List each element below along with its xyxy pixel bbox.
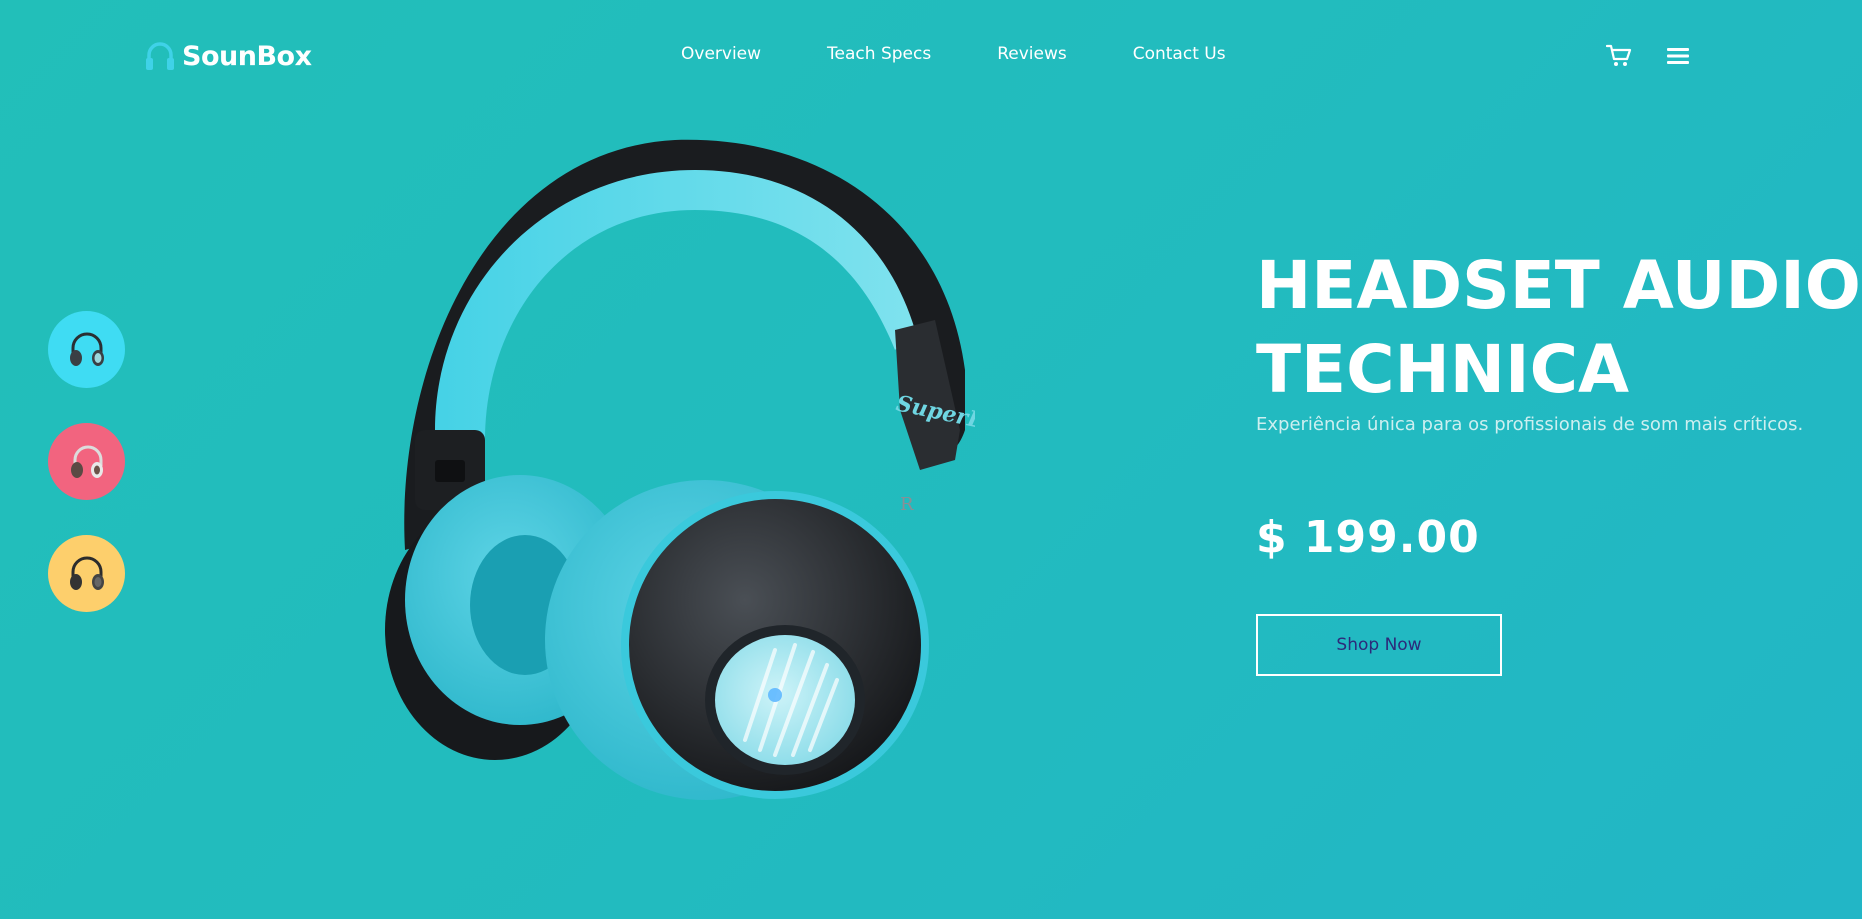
product-title-line-2: TECHNICA — [1256, 331, 1630, 408]
top-navigation-bar: SounBox Overview Teach Specs Reviews Con… — [0, 0, 1862, 112]
nav-overview[interactable]: Overview — [681, 44, 761, 64]
brand-logo[interactable]: SounBox — [144, 38, 312, 74]
cart-icon — [1606, 44, 1632, 66]
hamburger-menu-icon — [1667, 48, 1689, 64]
headphone-thumbnail-icon — [69, 332, 104, 366]
headphone-thumbnail-icon — [70, 445, 103, 478]
nav-contact-us[interactable]: Contact Us — [1133, 44, 1226, 64]
nav-teach-specs[interactable]: Teach Specs — [827, 44, 931, 64]
cart-button[interactable] — [1605, 42, 1633, 70]
menu-button[interactable] — [1664, 42, 1692, 70]
brand-name: SounBox — [182, 40, 312, 72]
earcup-side-marker: R — [900, 494, 914, 515]
thumb-yellow-headphones[interactable] — [48, 535, 125, 612]
product-price: $ 199.00 — [1256, 512, 1480, 563]
nav-reviews[interactable]: Reviews — [997, 44, 1067, 64]
product-subtitle: Experiência única para os profissionais … — [1256, 414, 1804, 435]
product-title: HEADSET AUDIO TECHNICA — [1256, 244, 1861, 412]
thumb-pink-headphones[interactable] — [48, 423, 125, 500]
headphone-thumbnail-icon — [69, 556, 104, 590]
color-selector — [48, 311, 125, 647]
product-info: HEADSET AUDIO TECHNICA Experiência única… — [1256, 244, 1861, 435]
product-title-line-1: HEADSET AUDIO — [1256, 247, 1861, 324]
main-nav: Overview Teach Specs Reviews Contact Us — [681, 44, 1226, 64]
headphones-product-image: SuperEQ R — [385, 139, 975, 800]
shop-now-button[interactable]: Shop Now — [1256, 614, 1502, 676]
headphones-icon — [146, 42, 174, 70]
thumb-teal-headphones[interactable] — [48, 311, 125, 388]
